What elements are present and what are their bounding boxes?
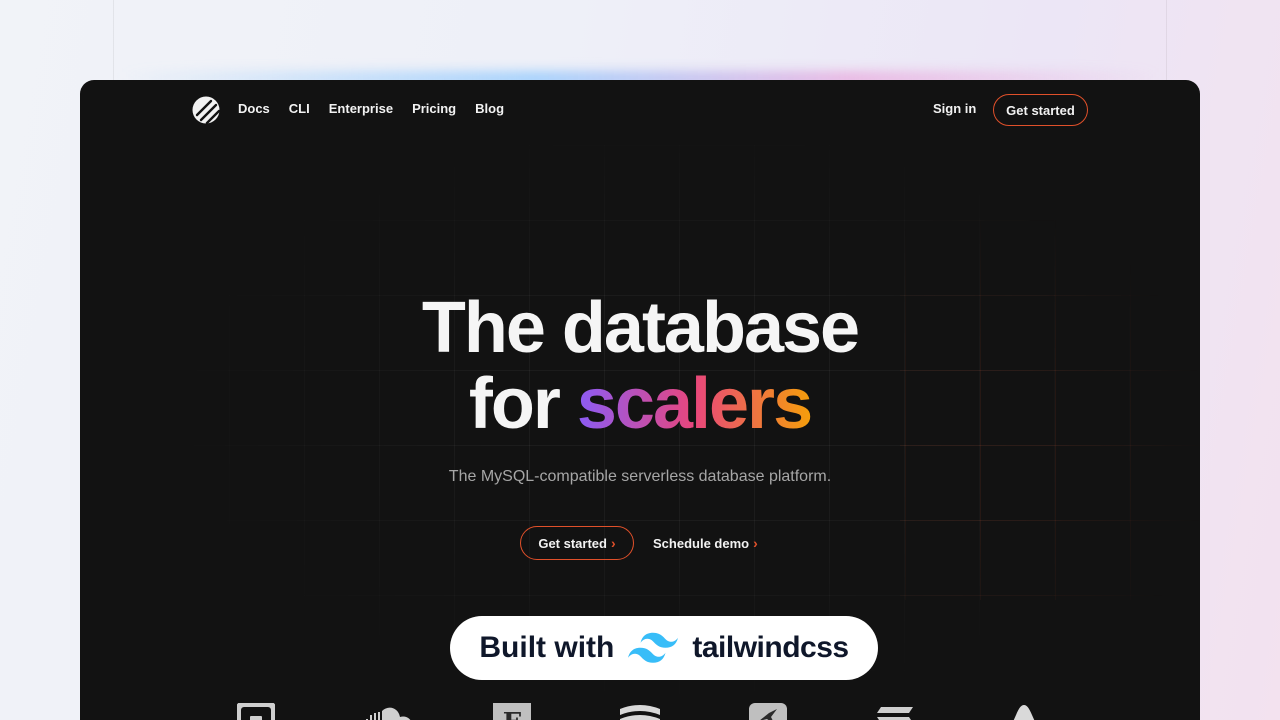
square-logo-icon <box>237 703 275 720</box>
top-nav: Docs CLI Enterprise Pricing Blog Sign in… <box>80 80 1200 140</box>
hero-title-line1: The database <box>421 288 860 368</box>
nav-links: Docs CLI Enterprise Pricing Blog <box>238 101 504 116</box>
schedule-demo-label: Schedule demo <box>653 535 750 551</box>
stack-logo-icon <box>620 705 660 720</box>
hero-title-highlight: scalers <box>576 364 813 444</box>
nav-link-enterprise[interactable]: Enterprise <box>329 101 393 116</box>
f-logo-icon: F <box>493 703 531 720</box>
guide-line-right <box>1166 0 1167 80</box>
nav-link-pricing[interactable]: Pricing <box>412 101 456 116</box>
guide-line-left <box>113 0 114 80</box>
planetscale-logo-icon[interactable] <box>192 96 220 124</box>
nav-link-docs[interactable]: Docs <box>238 101 270 116</box>
bird-logo-icon <box>749 703 787 720</box>
chevron-right-icon: › <box>610 535 616 551</box>
sign-in-link[interactable]: Sign in <box>933 101 976 116</box>
hero-get-started-label: Get started <box>538 535 607 551</box>
soundcloud-logo-icon <box>366 707 411 720</box>
hero-title-prefix: for <box>468 364 561 444</box>
nav-link-blog[interactable]: Blog <box>475 101 504 116</box>
nav-get-started-button[interactable]: Get started <box>993 94 1088 126</box>
hero-title-line2: for scalers <box>80 366 1200 442</box>
chevron-right-icon: › <box>753 535 758 551</box>
triangle-logo-icon <box>1013 705 1035 720</box>
nav-link-cli[interactable]: CLI <box>289 101 310 116</box>
hero-get-started-button[interactable]: Get started › <box>520 526 634 560</box>
tailwind-logo-icon <box>628 632 679 663</box>
s-logo-icon <box>877 707 913 720</box>
badge-brand: tailwindcss <box>692 631 849 664</box>
built-with-badge: Built with tailwindcss <box>450 616 878 680</box>
schedule-demo-button[interactable]: Schedule demo › <box>653 526 758 560</box>
badge-prefix: Built with <box>479 631 615 664</box>
app-frame: Docs CLI Enterprise Pricing Blog Sign in… <box>80 80 1200 720</box>
svg-text:F: F <box>503 708 522 720</box>
hero-subtitle: The MySQL-compatible serverless database… <box>448 468 832 485</box>
customer-logos: F <box>80 700 1200 720</box>
